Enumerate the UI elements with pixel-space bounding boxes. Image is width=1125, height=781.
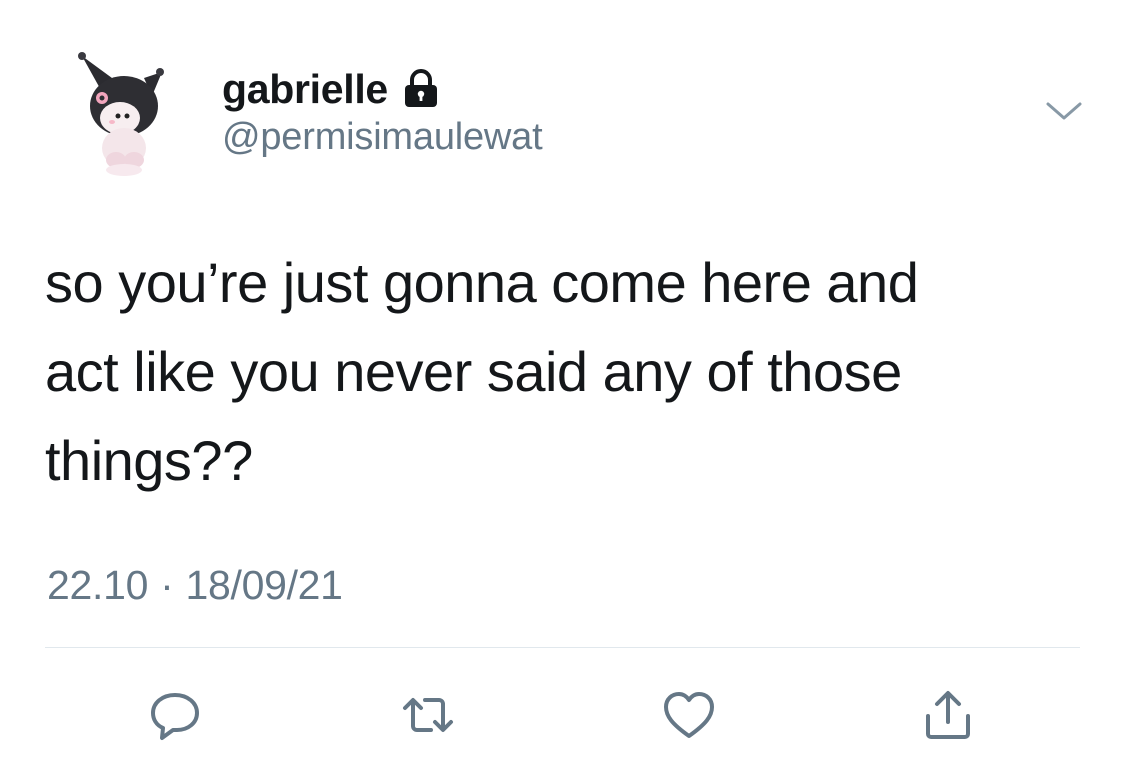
tweet-card: gabrielle @permisimaulewat so you’re jus… [0, 0, 1125, 781]
tweet-time: 22.10 [47, 562, 149, 608]
share-icon [926, 691, 970, 739]
divider [45, 647, 1080, 648]
tweet-line: act like you never said any of those [45, 340, 902, 403]
tweet-text: so you’re just gonna come here and act l… [45, 238, 1075, 505]
tweet-actions-bar [0, 680, 1125, 750]
tweet-line: so you’re just gonna come here and [45, 251, 919, 314]
user-handle[interactable]: @permisimaulewat [222, 116, 543, 159]
heart-icon [664, 692, 714, 738]
share-button[interactable] [913, 680, 983, 750]
retweet-button[interactable] [393, 680, 463, 750]
chevron-down-icon[interactable] [1044, 96, 1084, 126]
lock-icon [404, 69, 437, 107]
tweet-date: 18/09/21 [185, 562, 343, 608]
user-name-row: gabrielle [222, 64, 440, 114]
display-name[interactable]: gabrielle [222, 66, 388, 113]
reply-icon [151, 693, 199, 740]
timestamp-separator: · [160, 562, 174, 608]
avatar[interactable] [72, 44, 182, 179]
tweet-line: things?? [45, 429, 253, 492]
retweet-icon [403, 698, 453, 732]
like-button[interactable] [654, 680, 724, 750]
reply-button[interactable] [140, 680, 210, 750]
tweet-timestamp[interactable]: 22.10 · 18/09/21 [47, 562, 343, 609]
